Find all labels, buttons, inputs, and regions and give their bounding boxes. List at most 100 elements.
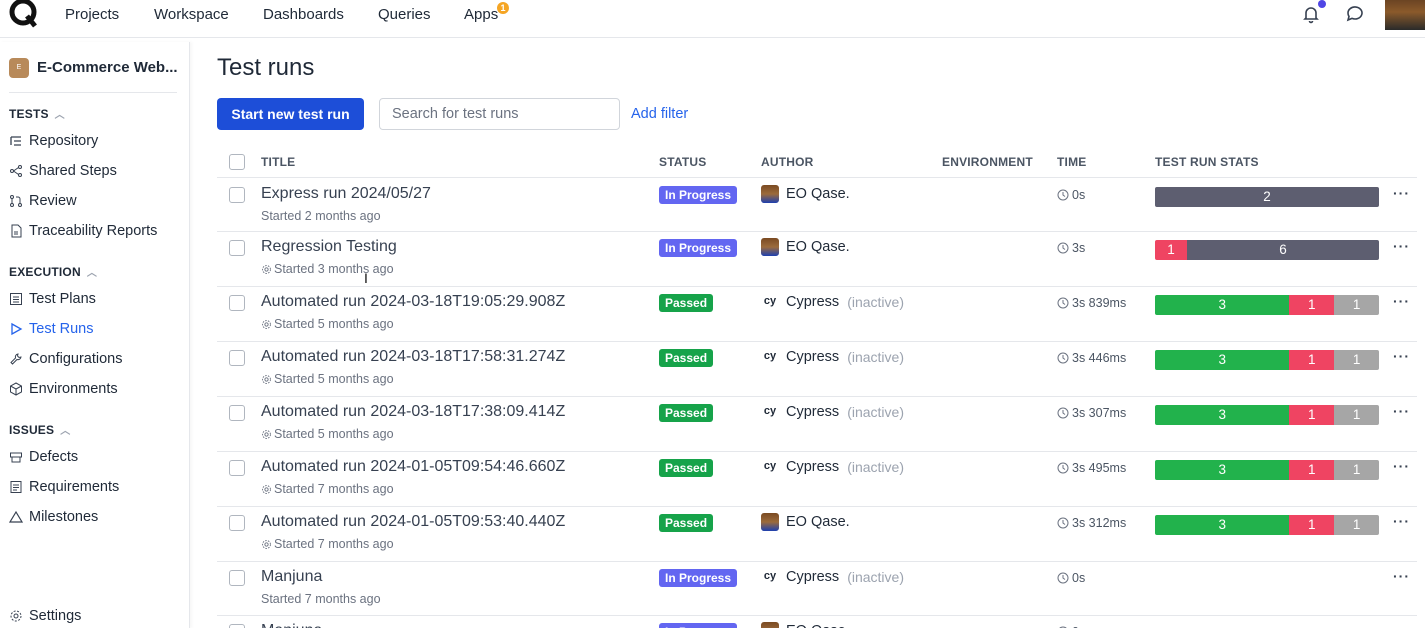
table-row[interactable]: ManjunaIn ProgressEO Qase.0s···	[217, 616, 1417, 628]
row-checkbox[interactable]	[229, 187, 245, 203]
sidebar-item-test-runs[interactable]: Test Runs	[9, 321, 93, 337]
author-avatar	[761, 513, 779, 531]
table-row[interactable]: Regression Testing Started 3 months ago In…	[217, 232, 1417, 287]
list-tree-icon	[10, 136, 21, 146]
nav-workspace[interactable]: Workspace	[154, 6, 229, 23]
test-run-title-link[interactable]: Manjuna	[261, 568, 322, 586]
test-run-stats-bar[interactable]: 311	[1155, 350, 1379, 370]
table-row[interactable]: Automated run 2024-03-18T17:38:09.414Z St…	[217, 397, 1417, 452]
row-more-menu-button[interactable]: ···	[1393, 185, 1410, 201]
row-checkbox[interactable]	[229, 350, 245, 366]
test-run-stats-bar[interactable]: 2	[1155, 187, 1379, 207]
author: EO Qase.	[761, 238, 850, 256]
row-more-menu-button[interactable]: ···	[1393, 622, 1410, 628]
test-run-stats-bar[interactable]: 311	[1155, 405, 1379, 425]
row-checkbox[interactable]	[229, 405, 245, 421]
section-issues-header[interactable]: ISSUES ︿	[9, 422, 70, 437]
row-checkbox[interactable]	[229, 570, 245, 586]
sidebar-item-review[interactable]: Review	[9, 193, 77, 209]
qase-logo-icon[interactable]	[8, 0, 38, 28]
cypress-logo-icon: cy	[763, 350, 777, 362]
sidebar-item-requirements[interactable]: Requirements	[9, 479, 119, 495]
test-run-title-link[interactable]: Automated run 2024-03-18T17:38:09.414Z	[261, 403, 565, 421]
select-all-checkbox[interactable]	[229, 154, 245, 170]
row-more-menu-button[interactable]: ···	[1393, 238, 1410, 254]
sidebar-item-test-plans[interactable]: Test Plans	[9, 291, 96, 307]
sidebar-item-label: Milestones	[29, 509, 99, 525]
table-header: TITLE STATUS AUTHOR ENVIRONMENT TIME TES…	[217, 148, 1417, 178]
row-more-menu-button[interactable]: ···	[1393, 403, 1410, 419]
wrench-icon	[10, 353, 22, 365]
test-run-title-link[interactable]: Automated run 2024-03-18T19:05:29.908Z	[261, 293, 565, 311]
table-row[interactable]: Automated run 2024-01-05T09:54:46.660Z St…	[217, 452, 1417, 507]
sidebar-item-shared-steps[interactable]: Shared Steps	[9, 163, 117, 179]
test-run-title-link[interactable]: Automated run 2024-03-18T17:58:31.274Z	[261, 348, 565, 366]
sidebar-item-settings[interactable]: Settings	[9, 608, 81, 624]
column-header-author[interactable]: AUTHOR	[761, 155, 814, 169]
row-more-menu-button[interactable]: ···	[1393, 458, 1410, 474]
table-row[interactable]: Automated run 2024-03-18T19:05:29.908Z St…	[217, 287, 1417, 342]
column-header-test-run-stats[interactable]: TEST RUN STATS	[1155, 155, 1259, 169]
column-header-time[interactable]: TIME	[1057, 155, 1086, 169]
table-row[interactable]: Automated run 2024-03-18T17:58:31.274Z St…	[217, 342, 1417, 397]
nav-apps[interactable]: Apps	[464, 6, 498, 23]
row-checkbox[interactable]	[229, 295, 245, 311]
row-more-menu-button[interactable]: ···	[1393, 513, 1410, 529]
started-timestamp: Started 3 months ago	[261, 262, 394, 276]
test-run-stats-bar[interactable]: 311	[1155, 460, 1379, 480]
test-run-title-link[interactable]: Regression Testing	[261, 238, 397, 256]
sidebar-item-defects[interactable]: Defects	[9, 449, 78, 465]
row-checkbox[interactable]	[229, 624, 245, 628]
table-row[interactable]: Express run 2024/05/27 Started 2 months a…	[217, 179, 1417, 232]
sidebar-item-configurations[interactable]: Configurations	[9, 351, 123, 367]
row-more-menu-button[interactable]: ···	[1393, 568, 1410, 584]
project-selector[interactable]: E E-Commerce Web...	[9, 57, 179, 79]
test-run-title-link[interactable]: Automated run 2024-01-05T09:54:46.660Z	[261, 458, 565, 476]
search-input[interactable]	[379, 98, 620, 130]
row-checkbox[interactable]	[229, 515, 245, 531]
test-run-stats-bar[interactable]: 16	[1155, 240, 1379, 260]
sidebar-item-environments[interactable]: Environments	[9, 381, 118, 397]
time-value: 3s 312ms	[1072, 516, 1127, 530]
sidebar-item-repository[interactable]: Repository	[9, 133, 98, 149]
table-row[interactable]: Manjuna Started 7 months ago In Progress cy…	[217, 562, 1417, 616]
test-run-title-link[interactable]: Automated run 2024-01-05T09:53:40.440Z	[261, 513, 565, 531]
start-new-test-run-button[interactable]: Start new test run	[217, 98, 364, 130]
triangle-icon	[9, 510, 23, 523]
chevron-up-icon: ︿	[60, 426, 71, 437]
test-run-stats-bar[interactable]: 311	[1155, 515, 1379, 535]
notification-dot	[1318, 0, 1326, 8]
user-avatar[interactable]	[1385, 0, 1425, 30]
table-row[interactable]: Automated run 2024-01-05T09:53:40.440Z St…	[217, 507, 1417, 562]
nav-queries[interactable]: Queries	[378, 6, 431, 23]
gear-icon	[262, 374, 271, 384]
stats-segment-gray: 1	[1334, 295, 1379, 315]
row-more-menu-button[interactable]: ···	[1393, 293, 1410, 309]
row-checkbox[interactable]	[229, 460, 245, 476]
gear-icon	[262, 484, 271, 494]
test-run-title-link[interactable]: Express run 2024/05/27	[261, 185, 431, 203]
clock-icon	[1057, 352, 1069, 364]
share-icon	[10, 165, 22, 177]
row-checkbox[interactable]	[229, 240, 245, 256]
column-header-environment[interactable]: ENVIRONMENT	[942, 155, 1033, 169]
row-more-menu-button[interactable]: ···	[1393, 348, 1410, 364]
section-tests-header[interactable]: TESTS ︿	[9, 106, 65, 121]
chevron-up-icon: ︿	[54, 110, 65, 121]
bell-icon[interactable]	[1301, 4, 1321, 24]
column-header-status[interactable]: STATUS	[659, 155, 706, 169]
chat-icon[interactable]	[1345, 4, 1365, 24]
test-run-title-link[interactable]: Manjuna	[261, 622, 322, 628]
section-execution-header[interactable]: EXECUTION ︿	[9, 264, 97, 279]
gear-icon	[262, 319, 271, 329]
stats-segment-green: 3	[1155, 515, 1290, 535]
column-header-title[interactable]: TITLE	[261, 155, 295, 169]
nav-dashboards[interactable]: Dashboards	[263, 6, 344, 23]
sidebar-item-milestones[interactable]: Milestones	[9, 509, 98, 525]
nav-projects[interactable]: Projects	[65, 6, 119, 23]
test-run-stats-bar[interactable]: 311	[1155, 295, 1379, 315]
author-name: Cypress	[786, 404, 840, 420]
sidebar-item-traceability-reports[interactable]: Traceability Reports	[9, 223, 157, 239]
started-timestamp: Started 5 months ago	[261, 317, 394, 331]
add-filter-link[interactable]: Add filter	[631, 106, 688, 122]
